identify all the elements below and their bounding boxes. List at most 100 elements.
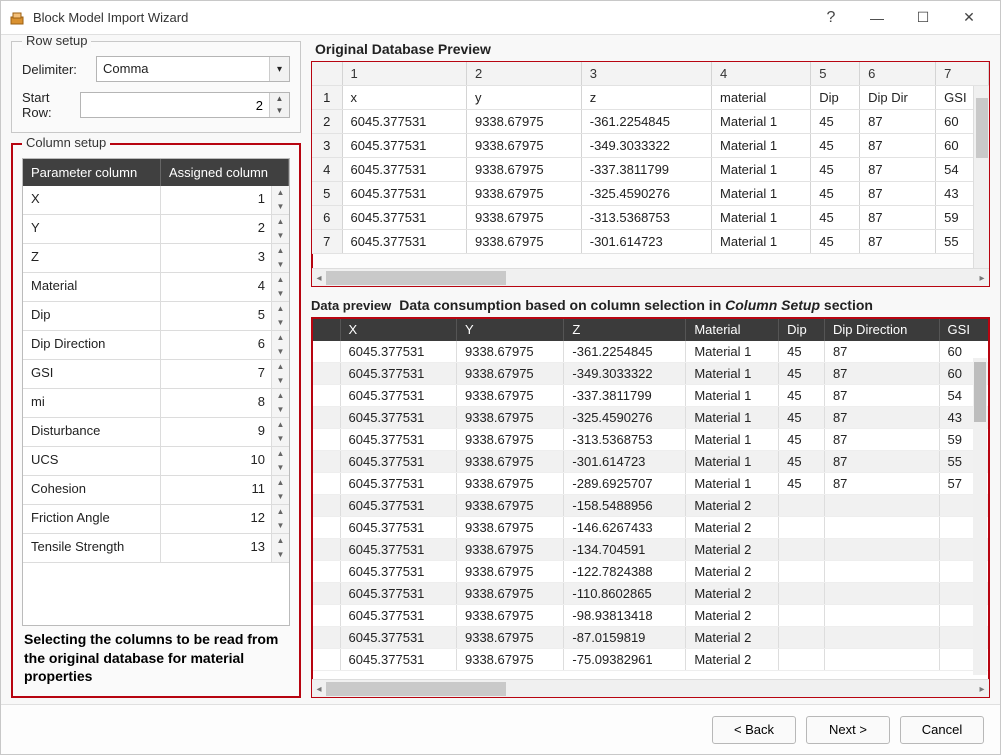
dp-cell[interactable] [824,561,939,583]
orig-cell[interactable]: 45 [811,158,860,182]
spin-up-icon[interactable]: ▲ [270,93,289,105]
dp-cell[interactable]: 45 [779,429,825,451]
dp-row-handle[interactable] [312,561,340,583]
dp-col-header[interactable]: Dip [779,318,825,341]
dp-cell[interactable]: -325.4590276 [564,407,686,429]
orig-cell[interactable]: z [581,86,711,110]
orig-cell[interactable]: 9338.67975 [466,134,581,158]
dp-cell[interactable]: 9338.67975 [456,451,563,473]
assigned-spinner[interactable]: 3▲▼ [161,244,289,272]
orig-cell[interactable]: material [712,86,811,110]
dp-scrollbar-vertical[interactable] [973,358,987,675]
assigned-spinner[interactable]: 5▲▼ [161,302,289,330]
spin-up-icon[interactable]: ▲ [272,418,289,432]
dp-row-handle[interactable] [312,407,340,429]
dp-row-handle[interactable] [312,627,340,649]
dp-cell[interactable]: 9338.67975 [456,385,563,407]
orig-row-num[interactable]: 7 [312,230,342,254]
orig-cell[interactable]: 45 [811,134,860,158]
assigned-spinner[interactable]: 1▲▼ [161,186,289,214]
dp-cell[interactable] [779,627,825,649]
dp-cell[interactable]: Material 2 [686,649,779,671]
dp-col-header[interactable]: Y [456,318,563,341]
spin-down-icon[interactable]: ▼ [272,461,289,475]
dp-cell[interactable]: 9338.67975 [456,407,563,429]
dp-row-handle[interactable] [312,429,340,451]
dp-cell[interactable]: -122.7824388 [564,561,686,583]
spin-up-icon[interactable]: ▲ [272,534,289,548]
assigned-spinner[interactable]: 10▲▼ [161,447,289,475]
orig-cell[interactable]: -361.2254845 [581,110,711,134]
dp-row-handle[interactable] [312,451,340,473]
dp-col-header[interactable]: GSI [939,318,988,341]
dp-cell[interactable] [824,605,939,627]
spin-down-icon[interactable]: ▼ [272,403,289,417]
dp-scrollbar-horizontal[interactable]: ◂ ▸ [312,679,989,697]
orig-cell[interactable]: 87 [860,206,936,230]
dp-cell[interactable] [779,495,825,517]
dp-cell[interactable]: 9338.67975 [456,627,563,649]
dp-row-handle[interactable] [312,605,340,627]
spin-down-icon[interactable]: ▼ [272,432,289,446]
spin-up-icon[interactable]: ▲ [272,331,289,345]
orig-cell[interactable]: 87 [860,110,936,134]
dp-cell[interactable]: -289.6925707 [564,473,686,495]
dp-cell[interactable] [824,495,939,517]
dp-cell[interactable]: 45 [779,363,825,385]
dp-cell[interactable] [779,539,825,561]
dp-cell[interactable]: Material 2 [686,517,779,539]
orig-row-num[interactable]: 5 [312,182,342,206]
dp-row-handle[interactable] [312,385,340,407]
maximize-button[interactable]: ☐ [900,3,946,33]
orig-cell[interactable]: 87 [860,230,936,254]
dp-cell[interactable]: Material 1 [686,473,779,495]
dp-cell[interactable]: 9338.67975 [456,649,563,671]
orig-cell[interactable]: Material 1 [712,158,811,182]
dp-cell[interactable]: 6045.377531 [340,363,456,385]
dp-cell[interactable]: -313.5368753 [564,429,686,451]
dp-cell[interactable]: 9338.67975 [456,341,563,363]
dp-cell[interactable]: Material 2 [686,583,779,605]
scroll-left-icon[interactable]: ◂ [312,271,326,285]
dp-cell[interactable] [779,517,825,539]
dp-cell[interactable]: 6045.377531 [340,451,456,473]
orig-row-num[interactable]: 6 [312,206,342,230]
spin-up-icon[interactable]: ▲ [272,273,289,287]
orig-cell[interactable]: 6045.377531 [342,110,466,134]
dp-cell[interactable] [779,583,825,605]
scrollbar-thumb[interactable] [326,682,506,696]
spin-up-icon[interactable]: ▲ [272,389,289,403]
orig-row-num[interactable]: 3 [312,134,342,158]
orig-col-header[interactable]: 2 [466,62,581,86]
dp-cell[interactable]: Material 2 [686,495,779,517]
dp-cell[interactable]: 9338.67975 [456,495,563,517]
dp-cell[interactable] [824,517,939,539]
dp-cell[interactable]: -134.704591 [564,539,686,561]
spin-up-icon[interactable]: ▲ [272,447,289,461]
dp-cell[interactable]: Material 1 [686,363,779,385]
dp-row-handle[interactable] [312,363,340,385]
dp-cell[interactable]: 9338.67975 [456,429,563,451]
assigned-spinner[interactable]: 2▲▼ [161,215,289,243]
dp-cell[interactable]: -158.5488956 [564,495,686,517]
orig-scrollbar-vertical[interactable] [973,86,989,268]
dp-cell[interactable] [779,649,825,671]
orig-cell[interactable]: 9338.67975 [466,158,581,182]
spin-up-icon[interactable]: ▲ [272,476,289,490]
orig-cell[interactable]: 87 [860,158,936,182]
dp-cell[interactable]: -349.3033322 [564,363,686,385]
assigned-spinner[interactable]: 9▲▼ [161,418,289,446]
data-preview-grid[interactable]: XYZMaterialDipDip DirectionGSI 6045.3775… [312,318,989,679]
orig-cell[interactable]: 87 [860,182,936,206]
scrollbar-thumb[interactable] [974,362,986,422]
orig-cell[interactable]: -349.3033322 [581,134,711,158]
spin-up-icon[interactable]: ▲ [272,505,289,519]
dp-cell[interactable]: 9338.67975 [456,583,563,605]
scroll-right-icon[interactable]: ▸ [975,682,989,696]
dp-cell[interactable]: Material 1 [686,341,779,363]
start-row-input[interactable] [81,93,269,117]
dp-cell[interactable] [824,583,939,605]
dp-cell[interactable]: 6045.377531 [340,517,456,539]
orig-col-header[interactable]: 5 [811,62,860,86]
spin-up-icon[interactable]: ▲ [272,244,289,258]
